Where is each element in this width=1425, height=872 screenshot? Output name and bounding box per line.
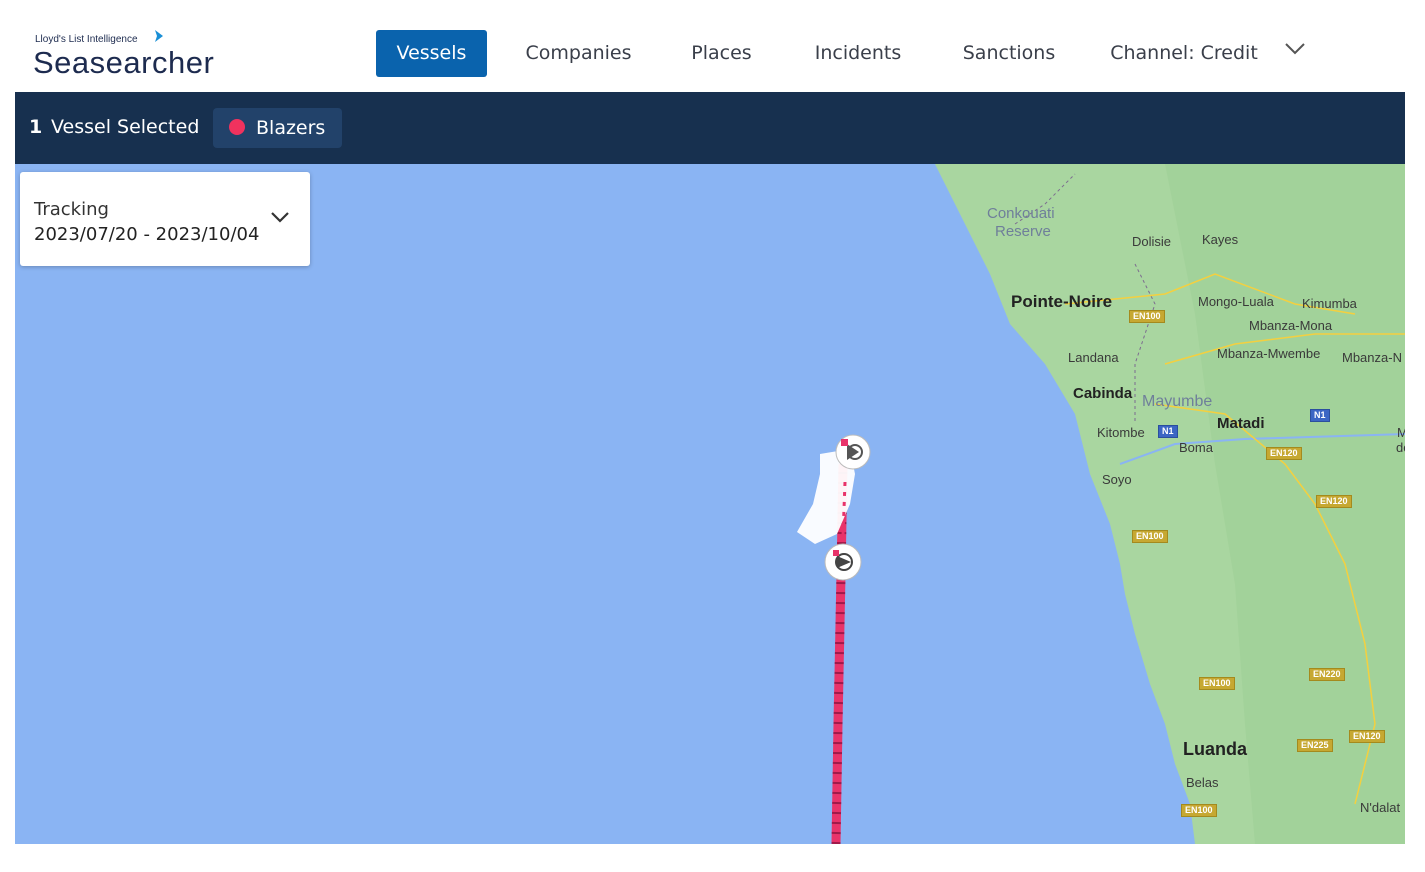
- selected-label: Vessel Selected: [51, 116, 200, 138]
- map-label: Dolisie: [1132, 234, 1172, 249]
- road-shield: EN100: [1181, 804, 1217, 817]
- vessel-chip-label: Blazers: [256, 117, 326, 139]
- map-label: Pointe-Noire: [1011, 292, 1113, 311]
- map-label: Mbanza-Mona: [1249, 318, 1333, 333]
- tracking-date-range: 2023/07/20 - 2023/10/04: [34, 224, 260, 245]
- map-label: Kimumba: [1302, 296, 1357, 311]
- map-label: Luanda: [1183, 739, 1248, 759]
- map-label: Belas: [1186, 775, 1219, 790]
- chevron-down-icon[interactable]: [1284, 42, 1306, 56]
- selected-count: 1: [29, 116, 43, 138]
- map-label: Kayes: [1202, 232, 1239, 247]
- road-shield: EN100: [1129, 310, 1165, 323]
- nav-tab-vessels[interactable]: Vessels: [376, 30, 487, 77]
- map-label: Kitombe: [1097, 425, 1145, 440]
- map-label: Mayumbe: [1142, 393, 1213, 410]
- channel-selector[interactable]: Channel: Credit: [1109, 30, 1259, 77]
- nav-tab-sanctions[interactable]: Sanctions: [957, 30, 1061, 77]
- map-label: Soyo: [1102, 472, 1132, 487]
- brand-logo[interactable]: Seasearcher: [33, 45, 214, 81]
- selection-bar: 1 Vessel Selected Blazers: [15, 92, 1405, 164]
- road-shield: EN120: [1349, 730, 1385, 743]
- road-shield: EN100: [1199, 677, 1235, 690]
- chevron-down-icon[interactable]: [270, 210, 290, 224]
- map-label: Boma: [1179, 440, 1213, 455]
- road-shield: N1: [1158, 425, 1178, 438]
- tracking-label: Tracking: [34, 199, 109, 220]
- vessel-chip-blazers[interactable]: Blazers: [213, 108, 342, 148]
- brand-arrow-icon: [155, 30, 163, 42]
- road-shield: EN100: [1132, 530, 1168, 543]
- nav-tab-places[interactable]: Places: [685, 30, 758, 77]
- top-navigation: Lloyd's List Intelligence Seasearcher Ve…: [15, 0, 1405, 92]
- road-shield: EN220: [1309, 668, 1345, 681]
- brand-subtitle: Lloyd's List Intelligence: [35, 34, 138, 45]
- map-label: Conkouati: [987, 205, 1055, 222]
- nav-tab-incidents[interactable]: Incidents: [808, 30, 908, 77]
- map-label: Reserve: [995, 223, 1051, 240]
- map-label: Landana: [1068, 350, 1119, 365]
- road-shield: EN120: [1316, 495, 1352, 508]
- map-label: N'dalat: [1360, 800, 1401, 815]
- map-label: do: [1396, 440, 1405, 455]
- road-shield: N1: [1310, 409, 1330, 422]
- map-label: Mbanza-N: [1342, 350, 1402, 365]
- map-label: Mbanza-Mwembe: [1217, 346, 1321, 361]
- nav-tab-companies[interactable]: Companies: [520, 30, 637, 77]
- map-label: Cabinda: [1073, 385, 1133, 402]
- map-label: Matadi: [1217, 415, 1265, 432]
- vessel-color-dot: [229, 119, 245, 135]
- road-shield: EN225: [1297, 739, 1333, 752]
- road-shield: EN120: [1266, 447, 1302, 460]
- map-canvas[interactable]: Conkouati Reserve Dolisie Kayes Pointe-N…: [15, 164, 1405, 844]
- event-marker-icon: [835, 434, 871, 470]
- tracking-panel[interactable]: Tracking 2023/07/20 - 2023/10/04: [20, 172, 310, 266]
- map-label: Mongo-Luala: [1198, 294, 1274, 309]
- map-label: M: [1397, 425, 1405, 440]
- event-marker-icon: [824, 543, 862, 581]
